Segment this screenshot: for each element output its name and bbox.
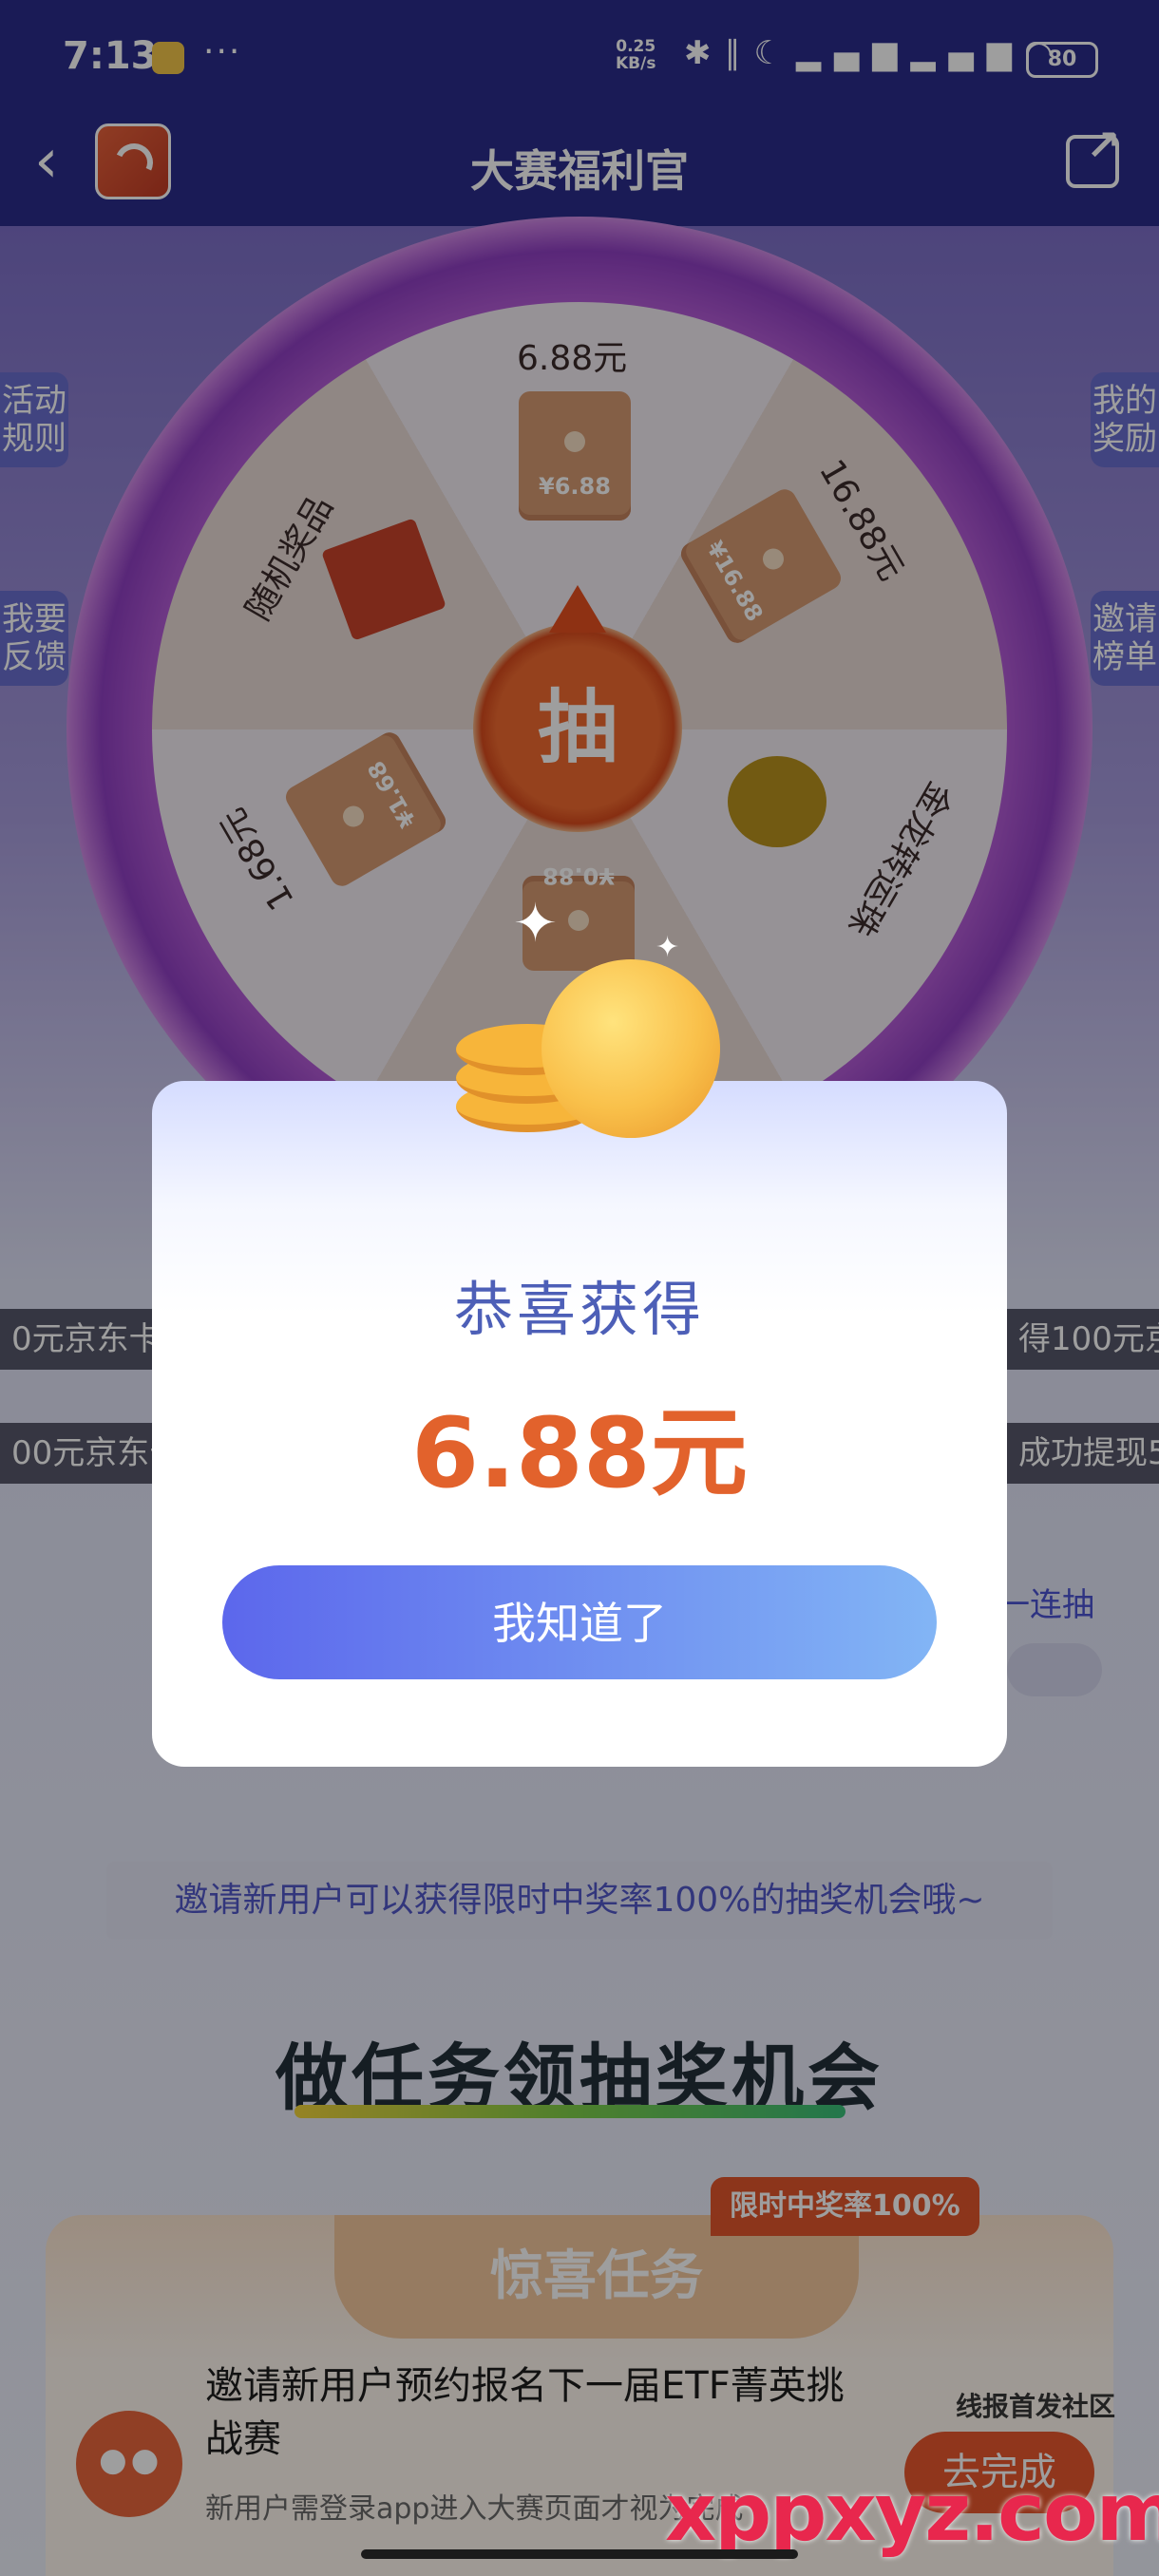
sparkle-icon: ✦: [656, 931, 680, 964]
coin: [542, 959, 720, 1138]
prize-modal: 恭喜获得 6.88元 我知道了: [152, 1081, 1007, 1767]
modal-prize-amount: 6.88元: [411, 1397, 748, 1510]
acknowledge-button[interactable]: 我知道了: [222, 1565, 937, 1679]
watermark-caption: 线报首发社区: [956, 2391, 1116, 2422]
modal-congrats-text: 恭喜获得: [453, 1275, 705, 1344]
watermark-logo: xppxyz.com: [665, 2466, 1159, 2559]
gold-coins-icon: [446, 940, 732, 1140]
home-indicator[interactable]: [361, 2549, 798, 2559]
sparkle-icon: ✦: [513, 893, 558, 955]
